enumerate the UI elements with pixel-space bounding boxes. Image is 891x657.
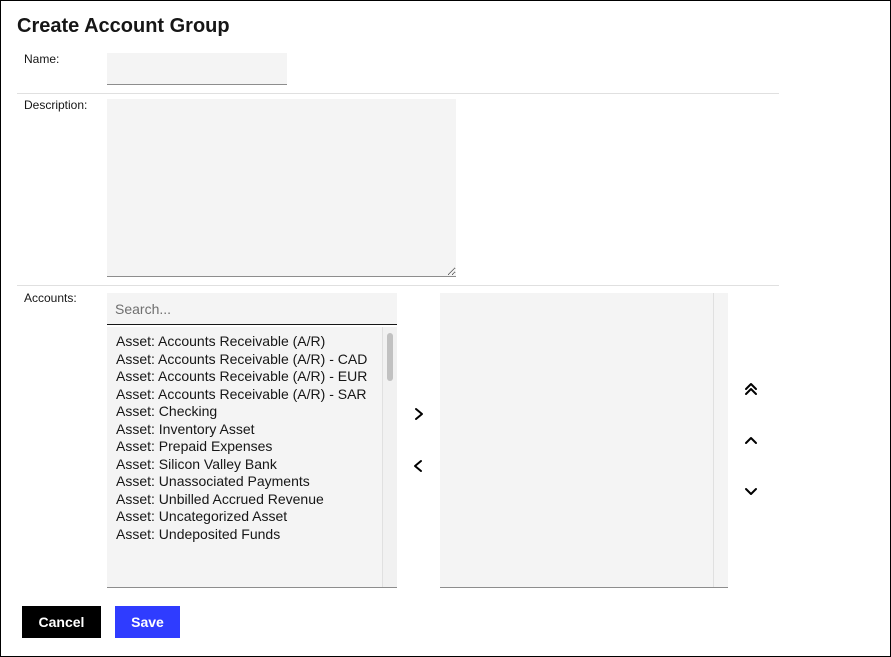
- account-list-item[interactable]: Asset: Accounts Receivable (A/R): [116, 333, 378, 351]
- move-right-button[interactable]: [407, 402, 431, 426]
- available-accounts-list[interactable]: Asset: Accounts Receivable (A/R) Asset: A…: [107, 327, 397, 588]
- divider: [17, 285, 779, 286]
- account-list-item[interactable]: Asset: Uncategorized Asset: [116, 508, 378, 526]
- chevron-right-icon: [415, 408, 423, 420]
- divider: [17, 93, 779, 94]
- chevron-left-icon: [414, 460, 422, 472]
- selected-accounts-list[interactable]: [440, 293, 728, 588]
- accounts-label: Accounts:: [24, 291, 77, 305]
- description-label: Description:: [24, 98, 88, 112]
- chevron-up-icon: [745, 437, 757, 444]
- name-input[interactable]: [107, 53, 287, 85]
- account-list-item[interactable]: Asset: Inventory Asset: [116, 421, 378, 439]
- account-list-item[interactable]: Asset: Prepaid Expenses: [116, 438, 378, 456]
- account-list-item[interactable]: Asset: Silicon Valley Bank: [116, 456, 378, 474]
- cancel-button[interactable]: Cancel: [22, 606, 101, 638]
- move-left-button[interactable]: [406, 454, 430, 478]
- move-up-button[interactable]: [739, 428, 763, 452]
- account-list-item[interactable]: Asset: Unbilled Accrued Revenue: [116, 491, 378, 509]
- available-accounts-scrollbar[interactable]: [382, 327, 397, 587]
- name-label: Name:: [24, 52, 60, 66]
- move-down-button[interactable]: [739, 480, 763, 504]
- double-chevron-up-icon: [745, 383, 757, 395]
- description-textarea[interactable]: [107, 99, 456, 277]
- account-list-item[interactable]: Asset: Accounts Receivable (A/R) - CAD: [116, 351, 378, 369]
- create-account-group-dialog: Create Account Group Name: Description: …: [0, 0, 891, 657]
- account-list-item[interactable]: Asset: Unassociated Payments: [116, 473, 378, 491]
- dialog-title: Create Account Group: [17, 15, 230, 37]
- selected-accounts-items: [440, 293, 711, 299]
- accounts-search-input[interactable]: [107, 293, 397, 325]
- account-list-item[interactable]: Asset: Accounts Receivable (A/R) - EUR: [116, 368, 378, 386]
- move-to-top-button[interactable]: [739, 377, 763, 401]
- selected-accounts-scrollbar[interactable]: [713, 293, 728, 587]
- available-accounts-items: Asset: Accounts Receivable (A/R) Asset: A…: [107, 327, 378, 543]
- scrollbar-thumb[interactable]: [387, 333, 393, 381]
- account-list-item[interactable]: Asset: Accounts Receivable (A/R) - SAR: [116, 386, 378, 404]
- account-list-item[interactable]: Asset: Undeposited Funds: [116, 526, 378, 544]
- chevron-down-icon: [745, 488, 757, 495]
- account-list-item[interactable]: Asset: Checking: [116, 403, 378, 421]
- save-button[interactable]: Save: [115, 606, 180, 638]
